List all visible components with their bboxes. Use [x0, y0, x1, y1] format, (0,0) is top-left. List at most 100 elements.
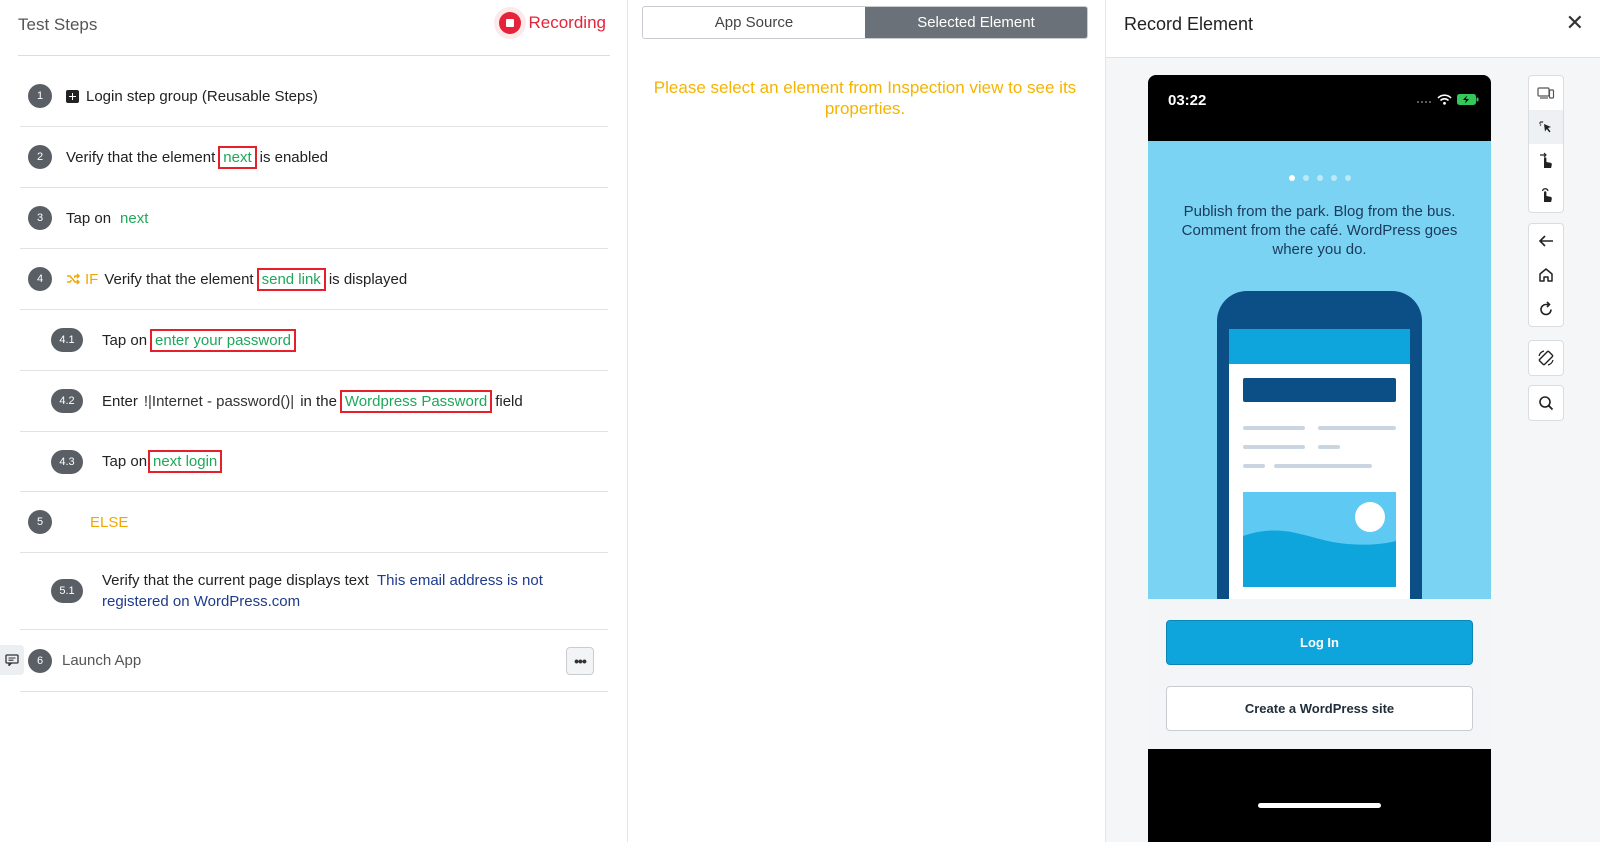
step-row[interactable]: 5.1 Verify that the current page display…	[20, 553, 608, 630]
step-text: Tap on	[102, 331, 148, 349]
else-label: ELSE	[90, 513, 129, 531]
refresh-icon	[1540, 301, 1552, 316]
if-label: IF	[85, 270, 99, 288]
step-text: Enter	[102, 392, 138, 410]
step-row[interactable]: 4.2 Enter !|Internet - password()| in th…	[20, 371, 608, 432]
step-number: 3	[28, 206, 52, 230]
shuffle-icon	[67, 273, 81, 285]
battery-charging-icon	[1457, 94, 1479, 105]
arrow-left-icon	[1538, 235, 1553, 247]
step-number: 4.3	[51, 449, 83, 474]
tap-tool-button[interactable]	[1529, 178, 1563, 212]
home-icon	[1539, 268, 1553, 282]
step-number: 5	[28, 510, 52, 534]
rotate-device-button[interactable]	[1529, 341, 1563, 375]
step-row[interactable]: 5 ELSE	[20, 492, 608, 553]
expected-text-value: This email address is not	[377, 572, 543, 589]
rotate-device-icon	[1538, 350, 1554, 366]
home-button[interactable]	[1529, 258, 1563, 292]
close-icon[interactable]: ✕	[1566, 10, 1584, 36]
swipe-hand-icon	[1540, 152, 1552, 168]
step-row[interactable]: 3 Tap on next	[20, 188, 608, 249]
step-row[interactable]: 4.3 Tap on next login	[20, 432, 608, 492]
empty-state-hint: Please select an element from Inspection…	[642, 77, 1088, 119]
element-link[interactable]: next	[120, 210, 148, 227]
more-options-button[interactable]: •••	[566, 646, 594, 675]
step-number: 4.1	[51, 328, 83, 352]
step-text: Verify that the element	[66, 148, 216, 166]
step-text: Verify that the element	[104, 270, 254, 288]
recording-label: Recording	[528, 13, 607, 32]
onboarding-hero: Publish from the park. Blog from the bus…	[1148, 141, 1491, 599]
create-site-button[interactable]: Create a WordPress site	[1166, 686, 1473, 731]
step-row[interactable]: 6 Launch App •••	[20, 630, 608, 692]
panel-title: Test Steps	[18, 15, 98, 34]
test-data-parameter[interactable]: !|Internet - password()|	[144, 393, 294, 410]
hint-line: Please select an element from Inspection…	[653, 78, 1077, 97]
step-number: 1	[28, 84, 52, 108]
back-button[interactable]	[1529, 224, 1563, 258]
test-steps-panel: Test Steps Recording 1 Login step group …	[0, 0, 628, 842]
cursor-select-icon	[1539, 121, 1551, 133]
step-number: 5.1	[51, 579, 83, 603]
swipe-tool-button[interactable]	[1529, 144, 1563, 178]
log-in-button[interactable]: Log In	[1166, 620, 1473, 665]
expand-plus-icon[interactable]	[66, 89, 79, 103]
element-link[interactable]: enter your password	[150, 328, 296, 352]
search-button[interactable]	[1529, 386, 1563, 420]
search-icon	[1539, 396, 1554, 411]
element-link[interactable]: next	[218, 145, 257, 169]
element-link[interactable]: send link	[256, 267, 326, 291]
step-text: Launch App	[62, 652, 142, 669]
search-tool	[1528, 385, 1564, 421]
step-number: 2	[28, 145, 52, 169]
step-row[interactable]: 1 Login step group (Reusable Steps)	[20, 66, 608, 127]
signal-icon	[1417, 100, 1431, 103]
home-indicator	[1258, 803, 1381, 808]
navigation-tools	[1528, 223, 1564, 327]
element-link[interactable]: next login	[148, 450, 223, 473]
tab-selected-element[interactable]: Selected Element	[865, 7, 1087, 38]
phone-illustration	[1217, 291, 1422, 599]
step-text: Verify that the current page displays te…	[102, 572, 369, 589]
step-row[interactable]: 4.1 Tap on enter your password	[20, 310, 608, 371]
recording-button[interactable]: Recording	[498, 12, 607, 34]
step-text: field	[495, 392, 523, 410]
element-link[interactable]: Wordpress Password	[339, 389, 493, 413]
panel-title: Record Element	[1124, 14, 1254, 34]
refresh-button[interactable]	[1529, 292, 1563, 326]
devices-icon	[1537, 87, 1555, 99]
interaction-tools	[1528, 75, 1564, 213]
hint-line: properties.	[824, 99, 906, 118]
step-number: 6	[28, 648, 52, 673]
inspector-tabs: App Source Selected Element	[642, 6, 1088, 39]
step-text: Tap on	[102, 453, 148, 470]
device-info-button[interactable]	[1529, 76, 1563, 110]
inspect-element-button[interactable]	[1529, 110, 1563, 144]
device-status-bar: 03:22	[1148, 75, 1491, 141]
tap-hand-icon	[1541, 188, 1552, 202]
step-text: Tap on	[66, 209, 112, 227]
condition-label: IF	[66, 271, 98, 288]
tab-app-source[interactable]: App Source	[643, 7, 865, 38]
expected-text-value-cont: registered on WordPress.com	[102, 593, 301, 610]
comment-icon	[5, 654, 19, 666]
comment-toggle[interactable]	[0, 645, 24, 675]
status-time: 03:22	[1168, 92, 1207, 109]
step-text: is enabled	[259, 148, 329, 166]
test-steps-header: Test Steps Recording	[18, 0, 610, 56]
status-icons	[1416, 94, 1479, 105]
record-element-header: Record Element ✕	[1106, 0, 1600, 58]
step-row[interactable]: 4 IF Verify that the element send link i…	[20, 249, 608, 310]
step-text: in the	[300, 392, 337, 410]
record-stop-icon	[498, 12, 521, 34]
wifi-icon	[1437, 94, 1452, 105]
step-text: is displayed	[328, 270, 408, 288]
step-row[interactable]: 2 Verify that the element next is enable…	[20, 127, 608, 188]
step-number: 4.2	[51, 389, 83, 413]
step-text: Login step group (Reusable Steps)	[86, 87, 318, 105]
inspector-panel: App Source Selected Element Please selec…	[628, 0, 1106, 842]
onboarding-actions: Log In Create a WordPress site	[1148, 599, 1491, 749]
device-screen[interactable]: 03:22 Publish from the park. Blog from t…	[1148, 75, 1491, 842]
rotate-tool	[1528, 340, 1564, 376]
